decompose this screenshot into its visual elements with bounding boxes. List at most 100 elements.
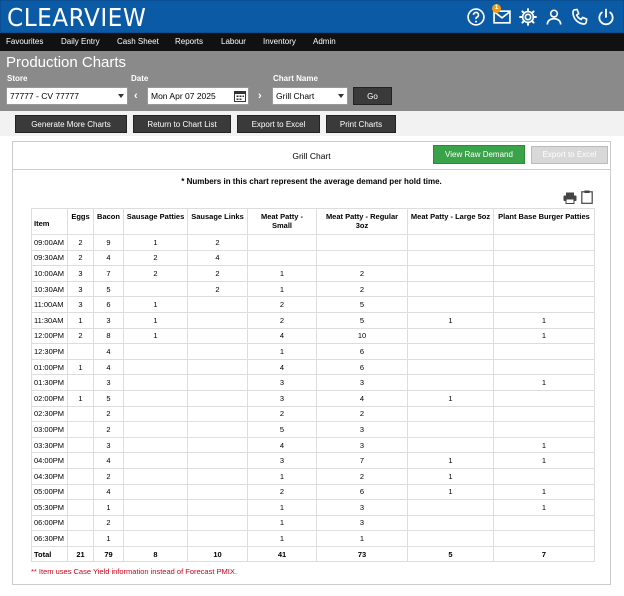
value-cell: 1 (93, 499, 124, 516)
value-cell: 1 (67, 311, 94, 329)
chevron-down-icon (338, 94, 344, 98)
value-cell (407, 249, 494, 267)
value-cell (247, 249, 317, 267)
table-row: 11:00AM 3 6 1 2 5 (31, 296, 595, 313)
value-cell: 4 (247, 327, 317, 345)
column-header: Sausage Links (187, 208, 248, 235)
value-cell: 5 (316, 311, 408, 329)
date-input[interactable]: Mon Apr 07 2025 (147, 87, 249, 105)
value-cell: 3 (316, 499, 408, 516)
time-cell: 09:00AM (31, 234, 68, 251)
table-row: 04:30PM 2 1 2 1 (31, 467, 595, 485)
value-cell (247, 234, 317, 251)
nav-favourites[interactable]: Favourites (6, 37, 43, 46)
nav-admin[interactable]: Admin (313, 37, 336, 46)
value-cell: 3 (316, 374, 408, 391)
time-cell: 11:00AM (31, 296, 68, 313)
time-cell: 09:30AM (31, 249, 68, 267)
value-cell: 2 (316, 265, 408, 282)
value-cell (187, 296, 248, 313)
value-cell: 6 (316, 343, 408, 360)
value-cell: 4 (247, 358, 317, 376)
clipboard-icon[interactable] (581, 190, 593, 204)
nav-daily-entry[interactable]: Daily Entry (61, 37, 100, 46)
value-cell: 3 (247, 389, 317, 407)
go-button[interactable]: Go (353, 87, 392, 105)
value-cell: 4 (93, 358, 124, 376)
value-cell (67, 452, 94, 469)
table-header-row: Item Eggs Bacon Sausage Patties Sausage Link… (31, 208, 595, 235)
value-cell: 1 (493, 311, 595, 329)
value-cell (493, 530, 595, 547)
store-select[interactable]: 77777 - CV 77777 (6, 87, 128, 105)
view-raw-demand-button[interactable]: View Raw Demand (433, 145, 525, 164)
value-cell (407, 265, 494, 282)
time-cell: 03:30PM (31, 436, 68, 454)
nav-reports[interactable]: Reports (175, 37, 203, 46)
help-icon[interactable] (465, 6, 487, 28)
calendar-icon[interactable] (234, 90, 246, 102)
next-date-button[interactable]: › (258, 90, 262, 102)
user-icon[interactable] (543, 6, 565, 28)
time-cell: 02:00PM (31, 389, 68, 407)
value-cell (123, 452, 188, 469)
nav-labour[interactable]: Labour (221, 37, 246, 46)
nav-cash-sheet[interactable]: Cash Sheet (117, 37, 159, 46)
value-cell (407, 280, 494, 298)
value-cell: 8 (93, 327, 124, 345)
table-row: 11:30AM 1 3 1 2 5 1 1 (31, 311, 595, 329)
value-cell: 4 (247, 436, 317, 454)
value-cell (407, 327, 494, 345)
column-header: Meat Patty - Large 5oz (407, 208, 494, 235)
time-cell: 06:00PM (31, 514, 68, 532)
value-cell (187, 421, 248, 438)
value-cell (316, 234, 408, 251)
chart-name-select[interactable]: Grill Chart (272, 87, 348, 105)
value-cell: 3 (93, 311, 124, 329)
value-cell: 1 (123, 311, 188, 329)
chart-name-value: Grill Chart (276, 91, 315, 101)
chart-name-label: Chart Name (273, 74, 318, 83)
total-cell: 8 (123, 545, 188, 563)
prev-date-button[interactable]: ‹ (134, 90, 138, 102)
value-cell: 2 (187, 265, 248, 282)
nav-inventory[interactable]: Inventory (263, 37, 296, 46)
value-cell (67, 343, 94, 360)
value-cell (407, 343, 494, 360)
value-cell (67, 483, 94, 501)
value-cell: 2 (67, 249, 94, 267)
phone-icon[interactable] (569, 6, 591, 28)
value-cell (407, 421, 494, 438)
print-charts-button[interactable]: Print Charts (326, 115, 396, 133)
column-header: Eggs (67, 208, 94, 235)
export-to-excel-button[interactable]: Export to Excel (237, 115, 320, 133)
value-cell (316, 249, 408, 267)
value-cell (123, 483, 188, 501)
value-cell (187, 530, 248, 547)
value-cell (493, 296, 595, 313)
gear-icon[interactable] (517, 6, 539, 28)
value-cell: 1 (493, 436, 595, 454)
value-cell: 1 (247, 467, 317, 485)
generate-more-charts-button[interactable]: Generate More Charts (15, 115, 127, 133)
value-cell (187, 343, 248, 360)
value-cell: 2 (67, 234, 94, 251)
time-cell: 01:30PM (31, 374, 68, 391)
store-value: 77777 - CV 77777 (10, 91, 79, 101)
value-cell: 1 (407, 483, 494, 501)
value-cell: 3 (93, 436, 124, 454)
value-cell: 1 (247, 514, 317, 532)
return-to-chart-list-button[interactable]: Return to Chart List (133, 115, 231, 133)
value-cell (187, 467, 248, 485)
mail-icon[interactable]: 1 (491, 4, 513, 28)
value-cell: 4 (93, 343, 124, 360)
table-row: 03:00PM 2 5 3 (31, 421, 595, 438)
value-cell (123, 467, 188, 485)
print-icon[interactable] (563, 192, 577, 204)
store-label: Store (7, 74, 28, 83)
column-header: Item (31, 208, 68, 235)
value-cell (187, 483, 248, 501)
power-icon[interactable] (595, 6, 617, 28)
value-cell: 2 (123, 265, 188, 282)
value-cell (493, 389, 595, 407)
